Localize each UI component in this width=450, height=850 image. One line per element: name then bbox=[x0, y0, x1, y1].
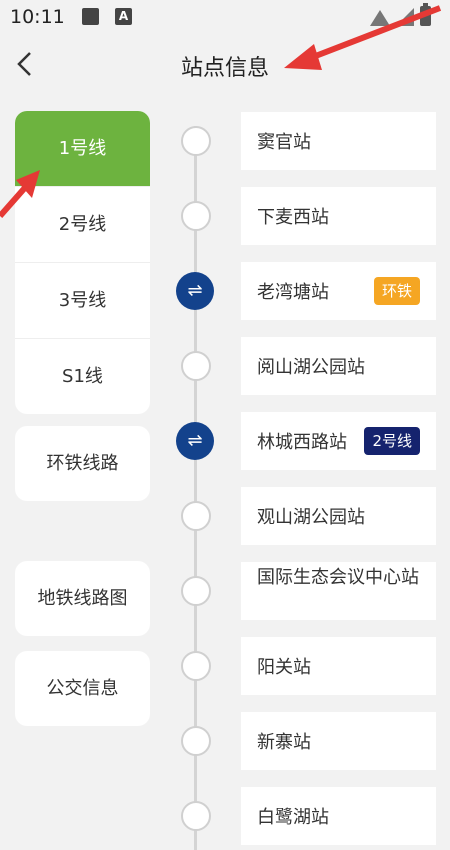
station-node bbox=[181, 801, 211, 831]
station-name: 林城西路站 bbox=[257, 432, 347, 453]
transfer-icon: ⇌ bbox=[176, 272, 214, 310]
station-node bbox=[181, 126, 211, 156]
station-node bbox=[181, 576, 211, 606]
station-name: 新寨站 bbox=[257, 732, 311, 753]
transfer-badge: 2号线 bbox=[364, 427, 420, 455]
station-row[interactable]: ⇌ 林城西路站 2号线 bbox=[0, 412, 450, 472]
station-row[interactable]: 窦官站 bbox=[0, 112, 450, 172]
annotation-arrow-title bbox=[284, 5, 442, 70]
station-row[interactable]: 国际生态会议中心站 bbox=[0, 562, 450, 622]
station-card[interactable]: 下麦西站 bbox=[241, 187, 436, 245]
station-row[interactable]: 白鹭湖站 bbox=[0, 787, 450, 847]
station-card[interactable]: 林城西路站 2号线 bbox=[241, 412, 436, 470]
station-card[interactable]: 老湾塘站 环铁 bbox=[241, 262, 436, 320]
station-row[interactable]: 下麦西站 bbox=[0, 187, 450, 247]
station-node bbox=[181, 651, 211, 681]
station-row[interactable]: 阳关站 bbox=[0, 637, 450, 697]
station-node bbox=[181, 351, 211, 381]
station-row[interactable]: ⇌ 老湾塘站 环铁 bbox=[0, 262, 450, 322]
station-name: 观山湖公园站 bbox=[257, 507, 365, 528]
station-card[interactable]: 观山湖公园站 bbox=[241, 487, 436, 545]
station-row[interactable]: 观山湖公园站 bbox=[0, 487, 450, 547]
station-name: 窦官站 bbox=[257, 132, 311, 153]
status-time: 10:11 bbox=[10, 6, 65, 28]
station-card[interactable]: 新寨站 bbox=[241, 712, 436, 770]
a-icon: A bbox=[115, 8, 132, 25]
station-name: 下麦西站 bbox=[257, 207, 329, 228]
station-name: 老湾塘站 bbox=[257, 282, 329, 303]
station-node bbox=[181, 501, 211, 531]
station-name: 白鹭湖站 bbox=[257, 807, 329, 828]
transfer-icon: ⇌ bbox=[176, 422, 214, 460]
annotation-arrow-line1 bbox=[0, 170, 40, 218]
station-card[interactable]: 窦官站 bbox=[241, 112, 436, 170]
station-name: 阅山湖公园站 bbox=[257, 357, 365, 378]
station-card[interactable]: 白鹭湖站 bbox=[241, 787, 436, 845]
station-node bbox=[181, 201, 211, 231]
image-icon bbox=[82, 8, 99, 25]
transfer-badge: 环铁 bbox=[373, 277, 420, 305]
station-row[interactable]: 阅山湖公园站 bbox=[0, 337, 450, 397]
station-card[interactable]: 国际生态会议中心站 bbox=[241, 562, 436, 620]
station-name: 阳关站 bbox=[257, 657, 311, 678]
station-name: 国际生态会议中心站 bbox=[257, 567, 419, 588]
station-node bbox=[181, 726, 211, 756]
station-card[interactable]: 阅山湖公园站 bbox=[241, 337, 436, 395]
station-card[interactable]: 阳关站 bbox=[241, 637, 436, 695]
station-row[interactable]: 新寨站 bbox=[0, 712, 450, 772]
